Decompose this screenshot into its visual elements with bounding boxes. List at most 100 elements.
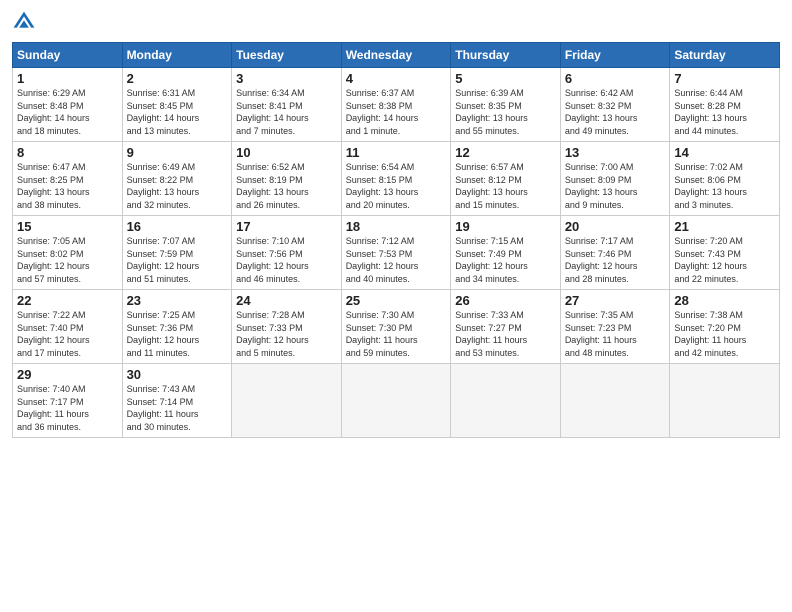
calendar-day: 29Sunrise: 7:40 AM Sunset: 7:17 PM Dayli… <box>13 364 123 438</box>
day-header-thursday: Thursday <box>451 43 561 68</box>
day-number: 9 <box>127 145 228 160</box>
day-number: 28 <box>674 293 775 308</box>
calendar-day: 24Sunrise: 7:28 AM Sunset: 7:33 PM Dayli… <box>232 290 342 364</box>
day-number: 23 <box>127 293 228 308</box>
day-number: 24 <box>236 293 337 308</box>
day-info: Sunrise: 6:49 AM Sunset: 8:22 PM Dayligh… <box>127 161 228 211</box>
day-header-monday: Monday <box>122 43 232 68</box>
calendar-day: 13Sunrise: 7:00 AM Sunset: 8:09 PM Dayli… <box>560 142 670 216</box>
day-info: Sunrise: 6:57 AM Sunset: 8:12 PM Dayligh… <box>455 161 556 211</box>
day-info: Sunrise: 7:15 AM Sunset: 7:49 PM Dayligh… <box>455 235 556 285</box>
calendar-day: 19Sunrise: 7:15 AM Sunset: 7:49 PM Dayli… <box>451 216 561 290</box>
calendar-day: 8Sunrise: 6:47 AM Sunset: 8:25 PM Daylig… <box>13 142 123 216</box>
day-header-saturday: Saturday <box>670 43 780 68</box>
calendar-day <box>451 364 561 438</box>
calendar-day: 22Sunrise: 7:22 AM Sunset: 7:40 PM Dayli… <box>13 290 123 364</box>
day-info: Sunrise: 6:44 AM Sunset: 8:28 PM Dayligh… <box>674 87 775 137</box>
day-number: 1 <box>17 71 118 86</box>
day-number: 30 <box>127 367 228 382</box>
day-header-friday: Friday <box>560 43 670 68</box>
day-number: 22 <box>17 293 118 308</box>
day-info: Sunrise: 7:22 AM Sunset: 7:40 PM Dayligh… <box>17 309 118 359</box>
day-info: Sunrise: 7:35 AM Sunset: 7:23 PM Dayligh… <box>565 309 666 359</box>
calendar-day: 17Sunrise: 7:10 AM Sunset: 7:56 PM Dayli… <box>232 216 342 290</box>
day-info: Sunrise: 7:10 AM Sunset: 7:56 PM Dayligh… <box>236 235 337 285</box>
calendar-container: SundayMondayTuesdayWednesdayThursdayFrid… <box>0 0 792 446</box>
day-info: Sunrise: 7:38 AM Sunset: 7:20 PM Dayligh… <box>674 309 775 359</box>
day-number: 13 <box>565 145 666 160</box>
day-number: 11 <box>346 145 447 160</box>
day-number: 25 <box>346 293 447 308</box>
day-info: Sunrise: 7:02 AM Sunset: 8:06 PM Dayligh… <box>674 161 775 211</box>
day-info: Sunrise: 7:43 AM Sunset: 7:14 PM Dayligh… <box>127 383 228 433</box>
calendar-day <box>341 364 451 438</box>
day-number: 4 <box>346 71 447 86</box>
calendar-day: 7Sunrise: 6:44 AM Sunset: 8:28 PM Daylig… <box>670 68 780 142</box>
calendar-body: 1Sunrise: 6:29 AM Sunset: 8:48 PM Daylig… <box>13 68 780 438</box>
day-info: Sunrise: 7:40 AM Sunset: 7:17 PM Dayligh… <box>17 383 118 433</box>
day-number: 16 <box>127 219 228 234</box>
calendar-day: 12Sunrise: 6:57 AM Sunset: 8:12 PM Dayli… <box>451 142 561 216</box>
calendar-day: 6Sunrise: 6:42 AM Sunset: 8:32 PM Daylig… <box>560 68 670 142</box>
calendar-day: 16Sunrise: 7:07 AM Sunset: 7:59 PM Dayli… <box>122 216 232 290</box>
day-number: 3 <box>236 71 337 86</box>
day-number: 29 <box>17 367 118 382</box>
logo-icon <box>12 10 36 34</box>
day-number: 15 <box>17 219 118 234</box>
calendar-week-3: 15Sunrise: 7:05 AM Sunset: 8:02 PM Dayli… <box>13 216 780 290</box>
day-info: Sunrise: 6:47 AM Sunset: 8:25 PM Dayligh… <box>17 161 118 211</box>
calendar-day: 1Sunrise: 6:29 AM Sunset: 8:48 PM Daylig… <box>13 68 123 142</box>
calendar-day: 15Sunrise: 7:05 AM Sunset: 8:02 PM Dayli… <box>13 216 123 290</box>
calendar-day: 9Sunrise: 6:49 AM Sunset: 8:22 PM Daylig… <box>122 142 232 216</box>
day-info: Sunrise: 7:33 AM Sunset: 7:27 PM Dayligh… <box>455 309 556 359</box>
day-info: Sunrise: 6:42 AM Sunset: 8:32 PM Dayligh… <box>565 87 666 137</box>
day-info: Sunrise: 6:31 AM Sunset: 8:45 PM Dayligh… <box>127 87 228 137</box>
calendar-week-5: 29Sunrise: 7:40 AM Sunset: 7:17 PM Dayli… <box>13 364 780 438</box>
calendar-day: 26Sunrise: 7:33 AM Sunset: 7:27 PM Dayli… <box>451 290 561 364</box>
day-info: Sunrise: 7:07 AM Sunset: 7:59 PM Dayligh… <box>127 235 228 285</box>
day-number: 26 <box>455 293 556 308</box>
day-number: 14 <box>674 145 775 160</box>
day-number: 2 <box>127 71 228 86</box>
day-number: 18 <box>346 219 447 234</box>
calendar-week-1: 1Sunrise: 6:29 AM Sunset: 8:48 PM Daylig… <box>13 68 780 142</box>
day-number: 6 <box>565 71 666 86</box>
calendar-day: 21Sunrise: 7:20 AM Sunset: 7:43 PM Dayli… <box>670 216 780 290</box>
day-info: Sunrise: 6:39 AM Sunset: 8:35 PM Dayligh… <box>455 87 556 137</box>
calendar-day: 3Sunrise: 6:34 AM Sunset: 8:41 PM Daylig… <box>232 68 342 142</box>
calendar-day: 14Sunrise: 7:02 AM Sunset: 8:06 PM Dayli… <box>670 142 780 216</box>
calendar-day <box>670 364 780 438</box>
day-number: 8 <box>17 145 118 160</box>
calendar-day: 20Sunrise: 7:17 AM Sunset: 7:46 PM Dayli… <box>560 216 670 290</box>
day-info: Sunrise: 7:30 AM Sunset: 7:30 PM Dayligh… <box>346 309 447 359</box>
day-header-tuesday: Tuesday <box>232 43 342 68</box>
calendar-day: 5Sunrise: 6:39 AM Sunset: 8:35 PM Daylig… <box>451 68 561 142</box>
calendar-day: 10Sunrise: 6:52 AM Sunset: 8:19 PM Dayli… <box>232 142 342 216</box>
day-info: Sunrise: 6:37 AM Sunset: 8:38 PM Dayligh… <box>346 87 447 137</box>
day-number: 19 <box>455 219 556 234</box>
day-number: 5 <box>455 71 556 86</box>
day-number: 21 <box>674 219 775 234</box>
day-info: Sunrise: 6:34 AM Sunset: 8:41 PM Dayligh… <box>236 87 337 137</box>
day-info: Sunrise: 7:28 AM Sunset: 7:33 PM Dayligh… <box>236 309 337 359</box>
calendar-day: 27Sunrise: 7:35 AM Sunset: 7:23 PM Dayli… <box>560 290 670 364</box>
calendar-week-2: 8Sunrise: 6:47 AM Sunset: 8:25 PM Daylig… <box>13 142 780 216</box>
day-info: Sunrise: 6:29 AM Sunset: 8:48 PM Dayligh… <box>17 87 118 137</box>
day-info: Sunrise: 6:54 AM Sunset: 8:15 PM Dayligh… <box>346 161 447 211</box>
calendar-day: 30Sunrise: 7:43 AM Sunset: 7:14 PM Dayli… <box>122 364 232 438</box>
day-number: 27 <box>565 293 666 308</box>
calendar-week-4: 22Sunrise: 7:22 AM Sunset: 7:40 PM Dayli… <box>13 290 780 364</box>
calendar-day: 25Sunrise: 7:30 AM Sunset: 7:30 PM Dayli… <box>341 290 451 364</box>
day-number: 17 <box>236 219 337 234</box>
calendar-day: 18Sunrise: 7:12 AM Sunset: 7:53 PM Dayli… <box>341 216 451 290</box>
header <box>12 10 780 34</box>
day-header-sunday: Sunday <box>13 43 123 68</box>
day-info: Sunrise: 6:52 AM Sunset: 8:19 PM Dayligh… <box>236 161 337 211</box>
day-info: Sunrise: 7:00 AM Sunset: 8:09 PM Dayligh… <box>565 161 666 211</box>
day-info: Sunrise: 7:05 AM Sunset: 8:02 PM Dayligh… <box>17 235 118 285</box>
calendar-header-row: SundayMondayTuesdayWednesdayThursdayFrid… <box>13 43 780 68</box>
calendar-day <box>232 364 342 438</box>
day-info: Sunrise: 7:17 AM Sunset: 7:46 PM Dayligh… <box>565 235 666 285</box>
day-number: 7 <box>674 71 775 86</box>
calendar-day: 28Sunrise: 7:38 AM Sunset: 7:20 PM Dayli… <box>670 290 780 364</box>
